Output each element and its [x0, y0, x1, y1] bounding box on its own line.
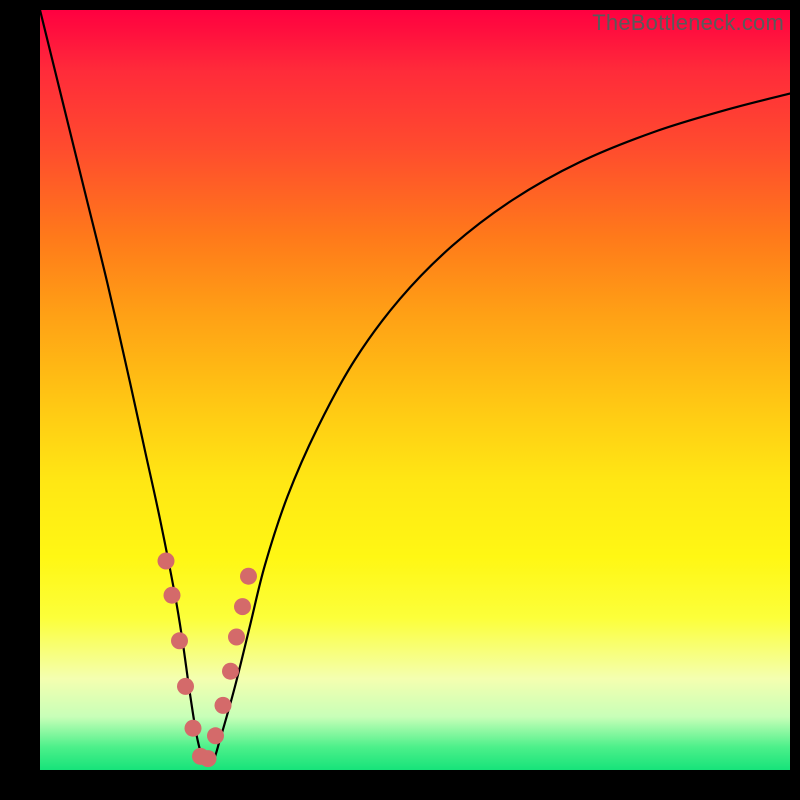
highlight-dot: [215, 697, 232, 714]
highlight-dot: [234, 598, 251, 615]
highlight-dot: [207, 727, 224, 744]
highlight-dot: [200, 750, 217, 767]
highlight-dot: [228, 629, 245, 646]
curve-layer: [40, 10, 790, 770]
highlight-dot: [177, 678, 194, 695]
chart-frame: TheBottleneck.com: [0, 0, 800, 800]
highlight-dot: [164, 587, 181, 604]
bottleneck-curve: [40, 10, 790, 765]
highlight-dot: [222, 663, 239, 680]
highlight-dot: [185, 720, 202, 737]
highlight-dot: [158, 553, 175, 570]
highlight-dot: [240, 568, 257, 585]
plot-area: TheBottleneck.com: [40, 10, 790, 770]
highlight-dot: [171, 632, 188, 649]
